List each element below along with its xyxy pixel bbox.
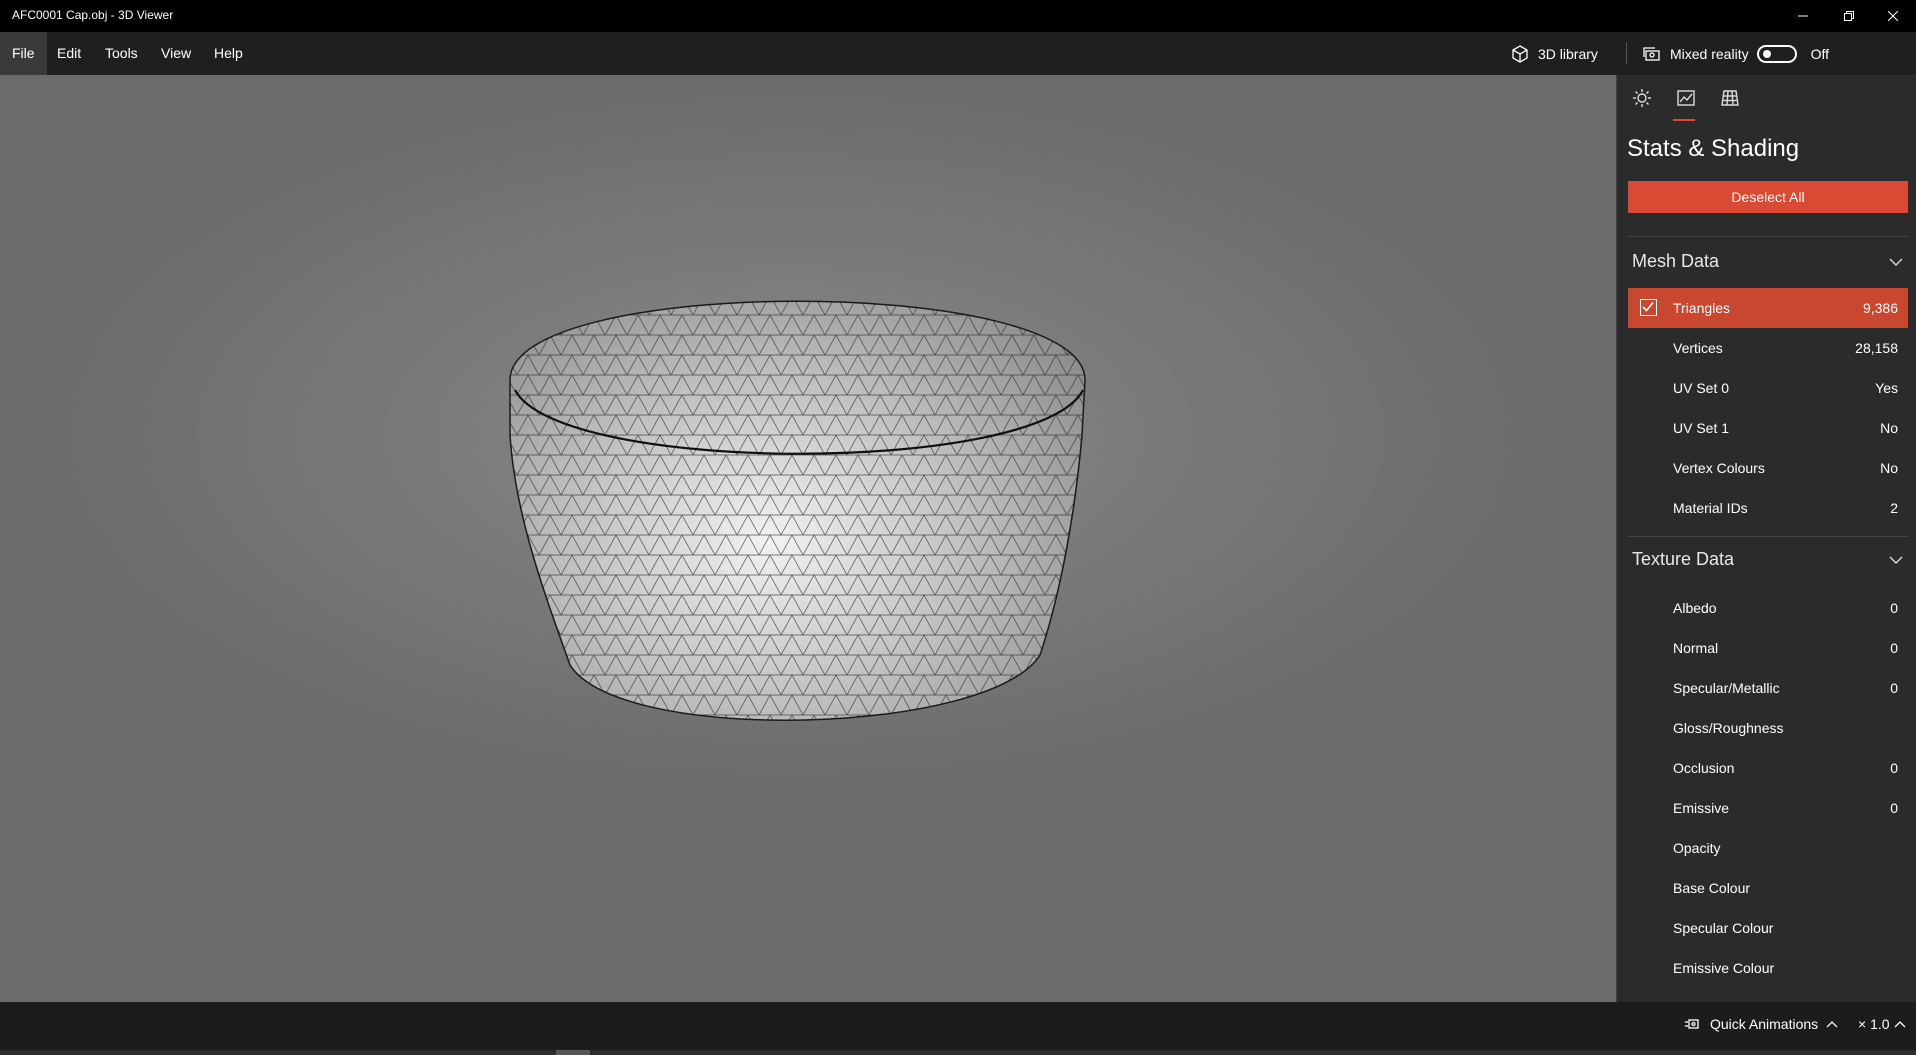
stats-chart-icon — [1677, 90, 1695, 106]
stat-label: Specular Colour — [1673, 920, 1774, 936]
stat-label: Specular/Metallic — [1673, 680, 1780, 696]
stat-value: 28,158 — [1855, 340, 1898, 356]
quick-animations-label: Quick Animations — [1710, 1016, 1819, 1032]
stat-value: Yes — [1875, 380, 1898, 396]
3d-viewport[interactable] — [0, 75, 1617, 1002]
stat-row[interactable]: Emissive Colour — [1628, 948, 1908, 988]
scroll-thumb[interactable] — [556, 1050, 590, 1055]
mixed-reality-icon — [1643, 46, 1660, 61]
title-bar: AFC0001 Cap.obj - 3D Viewer — [0, 0, 1916, 32]
close-button[interactable] — [1870, 0, 1916, 32]
stat-label: Vertex Colours — [1673, 460, 1765, 476]
menu-bar: File Edit Tools View Help 3D library Mix… — [0, 32, 1916, 75]
3d-model-cap — [509, 300, 1086, 721]
stat-value: 0 — [1890, 680, 1898, 696]
stat-row[interactable]: Emissive 0 — [1628, 788, 1908, 828]
stat-label: Emissive Colour — [1673, 960, 1775, 976]
stat-value: 2 — [1890, 500, 1898, 516]
stat-row[interactable]: Base Colour — [1628, 868, 1908, 908]
chevron-up-icon — [1826, 1021, 1838, 1028]
toggle-knob — [1762, 49, 1771, 58]
texture-data-title: Texture Data — [1632, 549, 1735, 569]
stat-row[interactable]: Albedo 0 — [1628, 588, 1908, 628]
checkmark-icon — [1642, 301, 1654, 312]
menu-edit[interactable]: Edit — [45, 32, 93, 75]
cube-icon — [1512, 44, 1528, 63]
window-title: AFC0001 Cap.obj - 3D Viewer — [12, 8, 174, 22]
tab-stats[interactable] — [1673, 85, 1699, 111]
mesh-data-header[interactable]: Mesh Data — [1632, 251, 1719, 272]
status-strip — [0, 1050, 1916, 1055]
section-divider — [1628, 536, 1908, 537]
stat-label: Material IDs — [1673, 500, 1748, 516]
stat-label: Opacity — [1673, 840, 1721, 856]
stat-row[interactable]: Material IDs 2 — [1628, 488, 1908, 528]
bottom-bar: Quick Animations × 1.0 — [0, 1002, 1916, 1055]
stat-row[interactable]: Opacity — [1628, 828, 1908, 868]
animation-speed-label: × 1.0 — [1858, 1016, 1890, 1032]
close-icon — [1888, 11, 1898, 21]
deselect-all-button[interactable]: Deselect All — [1628, 181, 1908, 213]
stat-label: Emissive — [1673, 800, 1730, 816]
mixed-reality-toggle[interactable] — [1756, 44, 1797, 63]
stat-row[interactable]: UV Set 1 No — [1628, 408, 1908, 448]
menu-file[interactable]: File — [0, 32, 47, 75]
grid-icon — [1721, 90, 1739, 106]
stat-label: Vertices — [1673, 340, 1723, 356]
tab-grid[interactable] — [1717, 85, 1743, 111]
stat-label: Triangles — [1673, 300, 1731, 316]
mesh-data-title: Mesh Data — [1632, 251, 1720, 271]
stats-shading-panel: Stats & Shading Deselect All Mesh Data T… — [1617, 75, 1916, 1002]
stat-value: 0 — [1890, 800, 1898, 816]
stat-row[interactable]: Vertices 28,158 — [1628, 328, 1908, 368]
stat-row[interactable]: Occlusion 0 — [1628, 748, 1908, 788]
stat-value: No — [1880, 460, 1898, 476]
stat-row[interactable]: Triangles 9,386 — [1628, 288, 1908, 328]
stat-row[interactable]: Vertex Colours No — [1628, 448, 1908, 488]
stat-label: Normal — [1673, 640, 1719, 656]
checkbox[interactable] — [1640, 299, 1657, 316]
restore-button[interactable] — [1826, 0, 1872, 32]
stat-label: UV Set 1 — [1673, 420, 1730, 436]
menu-view[interactable]: View — [149, 32, 203, 75]
stat-label: Occlusion — [1673, 760, 1735, 776]
stat-row[interactable]: Specular/Metallic 0 — [1628, 668, 1908, 708]
stat-row[interactable]: Normal 0 — [1628, 628, 1908, 668]
mixed-reality-control[interactable]: Mixed reality Off — [1642, 32, 1829, 75]
panel-title: Stats & Shading — [1627, 135, 1800, 162]
mesh-data-chevron-icon[interactable] — [1889, 255, 1903, 269]
minimize-button[interactable] — [1780, 0, 1826, 32]
chevron-up-icon — [1894, 1021, 1905, 1028]
stat-label: Gloss/Roughness — [1673, 720, 1784, 736]
animation-icon — [1685, 1019, 1699, 1029]
stat-value: 9,386 — [1862, 300, 1898, 316]
stat-value: 0 — [1890, 600, 1898, 616]
section-divider — [1628, 236, 1908, 237]
stat-row[interactable]: Specular Colour — [1628, 908, 1908, 948]
stat-value: No — [1880, 420, 1898, 436]
tab-lighting[interactable] — [1629, 85, 1655, 111]
quick-animations-button[interactable]: Quick Animations — [1684, 1016, 1838, 1032]
3d-library-label: 3D library — [1538, 45, 1598, 62]
3d-library-button[interactable]: 3D library — [1510, 32, 1598, 75]
menu-help[interactable]: Help — [202, 32, 255, 75]
stat-label: UV Set 0 — [1673, 380, 1730, 396]
stat-label: Base Colour — [1673, 880, 1751, 896]
mixed-reality-label: Mixed reality — [1670, 45, 1749, 62]
stat-value: 0 — [1890, 760, 1898, 776]
animation-speed-button[interactable]: × 1.0 — [1858, 1016, 1906, 1032]
sun-icon — [1633, 89, 1651, 107]
menu-tools[interactable]: Tools — [93, 32, 150, 75]
minimize-icon — [1798, 15, 1808, 17]
toolbar-divider — [1626, 42, 1627, 64]
texture-data-chevron-icon[interactable] — [1889, 553, 1903, 567]
texture-data-header[interactable]: Texture Data — [1632, 549, 1734, 570]
stat-row[interactable]: Gloss/Roughness — [1628, 708, 1908, 748]
stat-row[interactable]: UV Set 0 Yes — [1628, 368, 1908, 408]
mixed-reality-state: Off — [1810, 45, 1830, 62]
stat-value: 0 — [1890, 640, 1898, 656]
restore-icon — [1844, 11, 1854, 21]
stat-label: Albedo — [1673, 600, 1717, 616]
active-tab-indicator — [1673, 119, 1695, 121]
